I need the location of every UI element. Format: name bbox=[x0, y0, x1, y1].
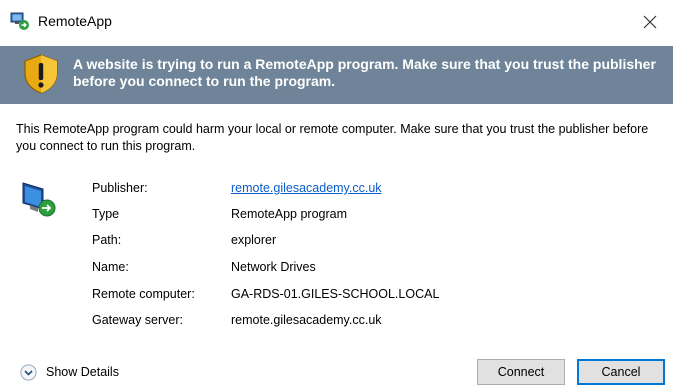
detail-row-publisher: Publisher: remote.gilesacademy.cc.uk bbox=[92, 181, 652, 201]
path-value: explorer bbox=[231, 233, 277, 247]
warning-message: This RemoteApp program could harm your l… bbox=[16, 122, 649, 153]
remote-computer-label: Remote computer: bbox=[92, 287, 195, 301]
type-value: RemoteApp program bbox=[231, 207, 348, 221]
publisher-link[interactable]: remote.gilesacademy.cc.uk bbox=[231, 181, 382, 195]
chevron-down-circle-icon bbox=[20, 363, 37, 381]
shield-warning-icon bbox=[24, 54, 58, 94]
window-title: RemoteApp bbox=[38, 13, 112, 29]
close-button[interactable] bbox=[627, 0, 673, 44]
detail-row-path: Path: explorer bbox=[92, 233, 652, 253]
detail-row-gateway-server: Gateway server: remote.gilesacademy.cc.u… bbox=[92, 313, 652, 333]
show-details-label: Show Details bbox=[46, 365, 119, 379]
show-details-toggle[interactable]: Show Details bbox=[20, 362, 119, 382]
name-value: Network Drives bbox=[231, 260, 316, 274]
gateway-server-label: Gateway server: bbox=[92, 313, 184, 327]
detail-row-remote-computer: Remote computer: GA-RDS-01.GILES-SCHOOL.… bbox=[92, 287, 652, 307]
cancel-button[interactable]: Cancel bbox=[577, 359, 665, 385]
type-label: Type bbox=[92, 207, 120, 221]
title-bar: RemoteApp bbox=[0, 0, 673, 44]
remote-computer-icon bbox=[22, 182, 56, 217]
gateway-server-value: remote.gilesacademy.cc.uk bbox=[231, 313, 382, 327]
banner-message: A website is trying to run a RemoteApp p… bbox=[73, 56, 656, 89]
name-label: Name: bbox=[92, 260, 129, 274]
remoteapp-icon bbox=[10, 12, 29, 30]
detail-row-name: Name: Network Drives bbox=[92, 260, 652, 280]
path-label: Path: bbox=[92, 233, 122, 247]
publisher-label: Publisher: bbox=[92, 181, 148, 195]
close-icon bbox=[643, 15, 657, 29]
detail-row-type: Type RemoteApp program bbox=[92, 207, 652, 227]
remote-computer-value: GA-RDS-01.GILES-SCHOOL.LOCAL bbox=[231, 287, 440, 301]
connect-button[interactable]: Connect bbox=[477, 359, 565, 385]
security-banner: A website is trying to run a RemoteApp p… bbox=[0, 46, 673, 104]
